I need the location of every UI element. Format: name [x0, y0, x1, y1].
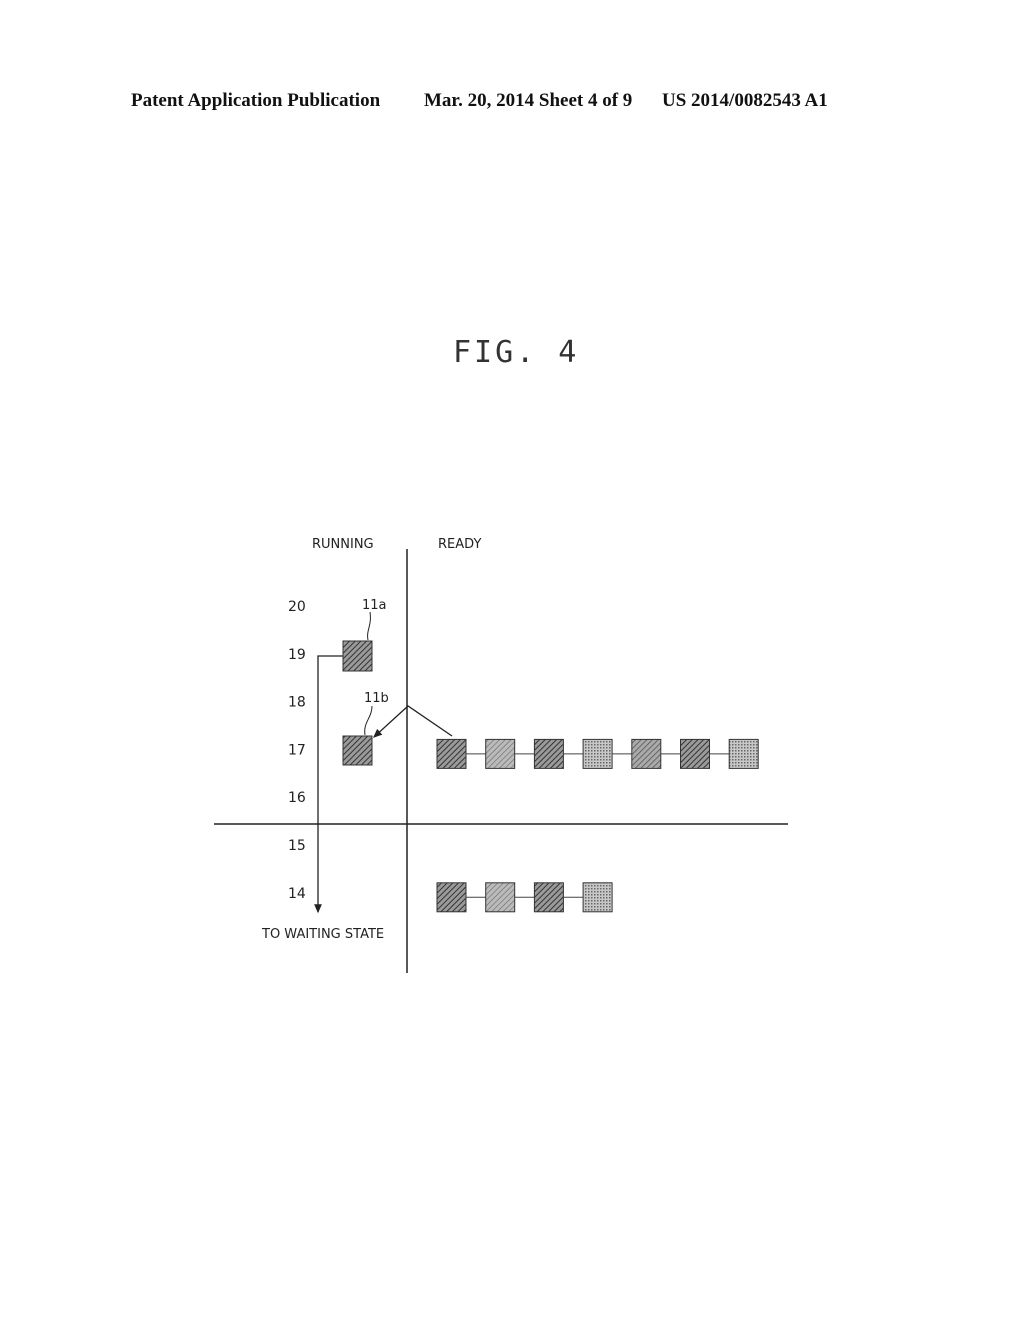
task-11a — [342, 640, 373, 672]
priority-label-14: 14 — [288, 886, 306, 902]
ready-column-label: READY — [438, 537, 481, 552]
priority-label-19: 19 — [288, 647, 306, 663]
to-waiting-arrow — [314, 655, 343, 914]
ready-queue-priority-14 — [436, 882, 613, 913]
ready-task-box — [680, 738, 710, 769]
leader-11a — [367, 611, 371, 641]
ready-task-box — [533, 738, 564, 769]
priority-label-18: 18 — [288, 695, 306, 711]
dispatch-arrow — [373, 705, 453, 738]
ready-task-box — [582, 738, 613, 769]
ref-11b: 11b — [364, 691, 389, 706]
priority-label-16: 16 — [288, 790, 306, 806]
ready-task-box — [436, 882, 467, 913]
priority-axis: 20 19 18 17 16 15 14 — [288, 599, 306, 902]
priority-label-20: 20 — [288, 599, 306, 615]
ref-11a: 11a — [362, 598, 387, 613]
scheduling-diagram: RUNNING READY 20 19 18 17 16 15 14 TO WAITING … — [214, 537, 788, 973]
priority-label-17: 17 — [288, 742, 306, 758]
ready-task-box — [631, 738, 662, 769]
ready-task-box — [485, 738, 516, 769]
ready-task-box — [582, 882, 613, 913]
waiting-state-label: TO WAITING STATE — [261, 927, 384, 942]
leader-11b — [364, 705, 373, 736]
running-column-label: RUNNING — [312, 537, 374, 552]
ready-queue-priority-17 — [436, 738, 759, 769]
task-11b — [342, 735, 373, 766]
ready-task-box — [728, 738, 759, 769]
priority-label-15: 15 — [288, 838, 306, 854]
ready-task-box — [485, 882, 516, 913]
ready-task-box — [436, 738, 467, 769]
ready-task-box — [533, 882, 564, 913]
